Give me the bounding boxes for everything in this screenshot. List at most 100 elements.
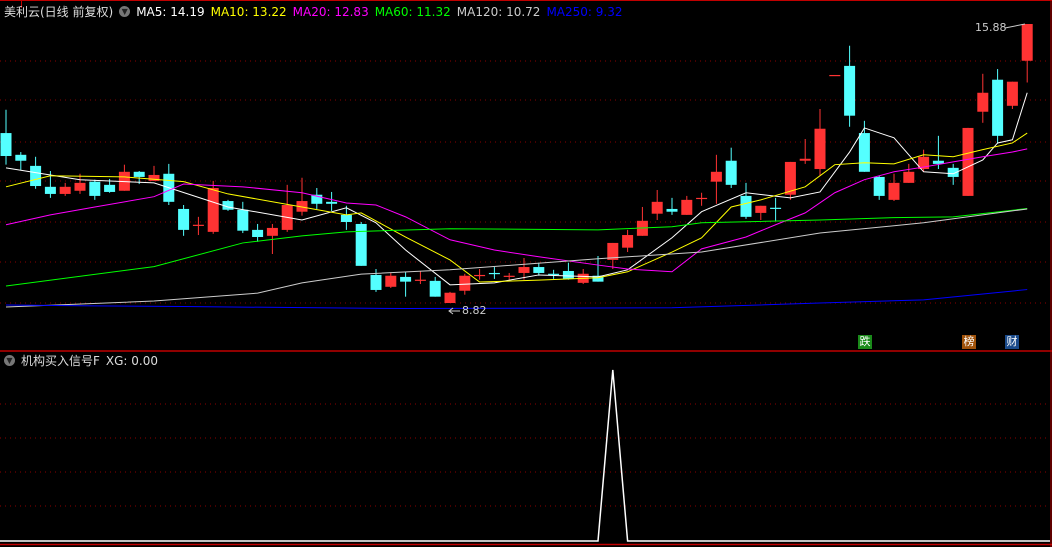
candle-body [133, 171, 145, 177]
ma-legend-item: MA5: 14.19 [136, 4, 205, 19]
candle [1021, 24, 1033, 83]
candle-body [740, 195, 752, 217]
candle-body [725, 160, 737, 185]
candle [488, 267, 500, 279]
badge-ranking[interactable]: 榜 [962, 335, 976, 349]
candle-body [104, 184, 116, 192]
candle-body [59, 186, 71, 194]
grid-lines [0, 60, 1050, 507]
candle [666, 197, 678, 215]
candle [474, 269, 486, 280]
candle-body [89, 181, 101, 196]
badge-fall[interactable]: 跌 [858, 335, 872, 349]
ma-legend: MA5: 14.19 MA10: 13.22 MA20: 12.83 MA60: 11… [136, 5, 622, 19]
candle-body [858, 133, 870, 172]
candle-body [873, 176, 885, 196]
high-price-label: 15.88 [975, 21, 1007, 34]
ma-line-ma120 [5, 208, 1028, 308]
candle [163, 163, 175, 205]
candle-body [770, 207, 782, 209]
candle [755, 205, 767, 221]
candle-body [474, 274, 486, 277]
candle [873, 175, 885, 200]
candle-body [977, 92, 989, 112]
indicator-plot [0, 369, 1050, 542]
candle-body [1006, 81, 1018, 106]
ma-legend-item: MA60: 11.32 [374, 4, 451, 19]
candle-body [0, 133, 12, 156]
candle [770, 197, 782, 221]
ma-legend-item: MA20: 12.83 [292, 4, 369, 19]
candle [296, 177, 308, 216]
ma-lines [5, 92, 1028, 310]
candle [74, 173, 86, 194]
candle-body [488, 272, 500, 275]
candle [814, 108, 826, 176]
candle-body [829, 74, 841, 77]
candle [962, 127, 974, 196]
candle [444, 291, 456, 303]
candle [829, 74, 841, 77]
candle-body [266, 227, 278, 236]
candle [681, 195, 693, 215]
chart-frame [0, 0, 1052, 547]
candle-body [178, 208, 190, 230]
kline-chart[interactable] [0, 0, 1052, 547]
candle [503, 272, 515, 280]
candle-body [799, 158, 811, 161]
ma-line-ma250 [5, 289, 1028, 310]
xg-signal-line [0, 369, 1050, 542]
candle-body [429, 280, 441, 297]
candle-body [340, 214, 352, 222]
candle [992, 69, 1004, 144]
candle-body [681, 199, 693, 215]
candle-body [888, 182, 900, 200]
candle [385, 272, 397, 288]
candle-body [666, 208, 678, 212]
candle [651, 189, 663, 221]
candle [622, 229, 634, 253]
candle-body [710, 171, 722, 182]
candle [548, 269, 560, 279]
candle-body [355, 223, 367, 266]
ma-line-ma20 [5, 148, 1028, 273]
candle [562, 262, 574, 280]
candle-body [444, 292, 456, 303]
candle [311, 188, 323, 209]
candle-body [533, 267, 545, 273]
candle-body [44, 186, 56, 194]
stock-title[interactable]: 美利云(日线 前复权) [4, 3, 113, 20]
candle [355, 221, 367, 266]
candle-body [992, 79, 1004, 136]
candle-body [326, 201, 338, 204]
chevron-down-icon[interactable]: ▼ [4, 355, 15, 366]
indicator-title[interactable]: 机构买入信号F [21, 352, 100, 369]
candle [326, 191, 338, 211]
candle [1006, 81, 1018, 109]
candle [607, 242, 619, 270]
indicator-header: ▼ 机构买入信号F XG: 0.00 [4, 352, 158, 369]
candle [192, 216, 204, 236]
candle [0, 109, 12, 165]
candle-body [518, 267, 530, 273]
chevron-down-icon[interactable]: ▼ [119, 6, 131, 17]
candle [918, 149, 930, 172]
ma-legend-item: MA10: 13.22 [210, 4, 287, 19]
candle [59, 182, 71, 196]
candle-body [30, 165, 42, 187]
badge-finance[interactable]: 财 [1005, 335, 1019, 349]
candle [799, 138, 811, 164]
candle-body [903, 171, 915, 183]
candle-body [74, 182, 86, 191]
candle [237, 201, 249, 234]
ma-line-ma10 [5, 132, 1028, 283]
ma-legend-item: MA120: 10.72 [456, 4, 541, 19]
candle [696, 192, 708, 206]
ma-line-ma60 [5, 208, 1028, 287]
candle [178, 204, 190, 236]
candle [903, 163, 915, 183]
candle-body [459, 275, 471, 291]
candle [636, 206, 648, 236]
candle-body [562, 270, 574, 279]
candle [533, 262, 545, 276]
